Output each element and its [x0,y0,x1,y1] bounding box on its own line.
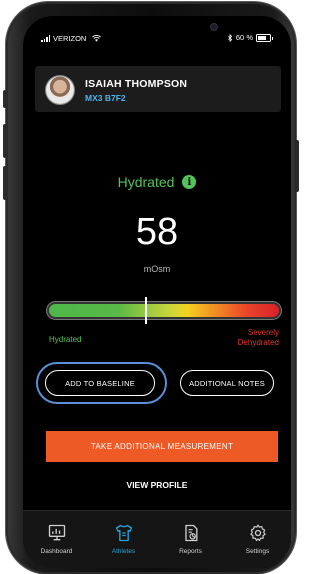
avatar [46,76,74,104]
gauge-marker [144,297,147,324]
battery-icon [256,33,273,42]
hydration-gauge [49,304,279,317]
tab-athletes[interactable]: Athletes [90,511,157,568]
tab-reports[interactable]: Reports [157,511,224,568]
status-bar: VERIZON 60 % [23,16,291,46]
phone-frame: VERIZON 60 % ISAIAH THOMPSON MX3 B7F2 Hy… [3,2,299,574]
reports-icon [184,524,197,542]
gauge-low-label: Hydrated [49,335,82,344]
battery-indicator: 60 % [227,33,273,42]
hydration-status: Hydrated i [23,174,291,190]
settings-gear-icon [249,524,266,542]
take-measurement-button[interactable]: TAKE ADDITIONAL MEASUREMENT [46,431,278,462]
athlete-name: ISAIAH THOMPSON [85,78,188,90]
device-id: MX3 B7F2 [85,93,126,103]
volume-down-button [3,166,7,200]
hydration-status-label: Hydrated [117,174,175,190]
gauge-high-label: Severely Dehydrated [238,328,279,348]
gauge-high-label-line1: Severely [247,328,279,337]
tab-settings[interactable]: Settings [224,511,291,568]
app-screen: VERIZON 60 % ISAIAH THOMPSON MX3 B7F2 Hy… [23,16,291,568]
power-button [295,140,299,192]
view-profile-link[interactable]: VIEW PROFILE [23,480,291,490]
tab-bar: Dashboard Athletes Reports Settings [23,510,291,568]
volume-up-button [3,124,7,158]
carrier-indicator: VERIZON [41,34,102,43]
bluetooth-icon [228,33,233,42]
signal-icon [41,35,50,42]
tab-label: Settings [245,548,270,555]
athletes-shirt-icon [115,524,132,542]
osmolality-reading: 58 [135,211,179,253]
carrier-name: VERIZON [53,34,87,43]
add-to-baseline-button[interactable]: ADD TO BASELINE [45,370,155,396]
tab-label: Athletes [111,548,136,555]
mute-switch [3,90,7,108]
wifi-icon [92,35,102,42]
battery-percent: 60 % [235,33,253,42]
tab-dashboard[interactable]: Dashboard [23,511,90,568]
additional-notes-button[interactable]: ADDITIONAL NOTES [180,370,274,396]
dashboard-icon [48,524,65,541]
info-icon[interactable]: i [182,175,197,189]
gauge-high-label-line2: Dehydrated [237,338,279,347]
tab-label: Dashboard [40,548,73,555]
tab-label: Reports [179,548,202,555]
reading-unit: mOsm [143,264,171,274]
athlete-card[interactable]: ISAIAH THOMPSON MX3 B7F2 [35,66,281,112]
